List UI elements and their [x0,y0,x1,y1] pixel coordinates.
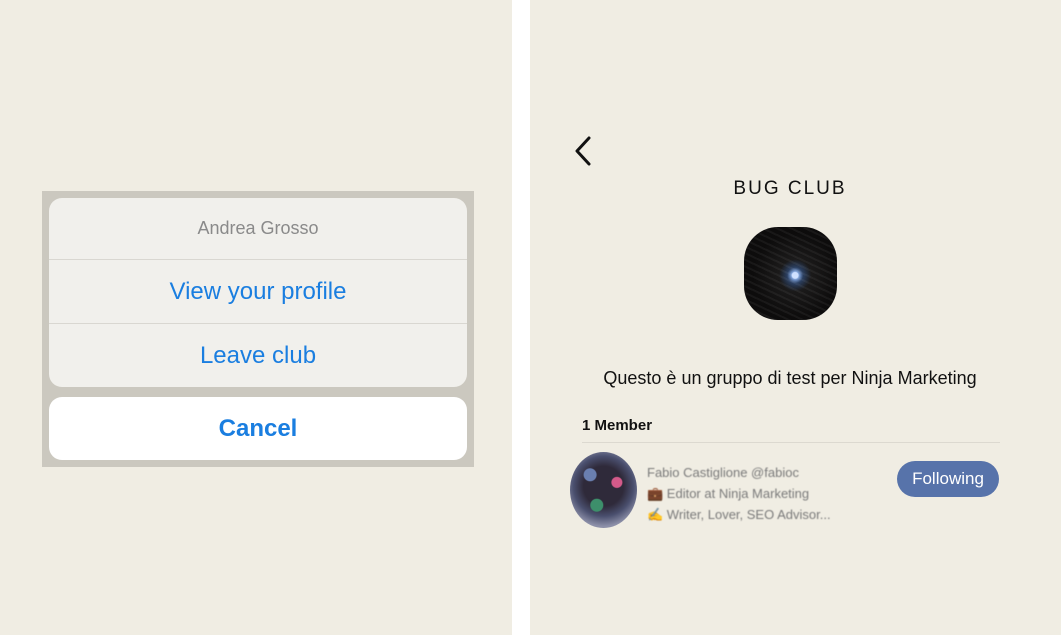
member-row[interactable]: Fabio Castiglione @fabioc 💼 Editor at Ni… [570,452,1000,530]
club-photo[interactable] [744,227,837,320]
members-divider [582,442,1000,443]
member-bio-line: ✍️ Writer, Lover, SEO Advisor... [647,507,831,522]
member-avatar[interactable] [570,452,637,528]
action-sheet-screen: Andrea Grosso View your profile Leave cl… [0,0,512,635]
chevron-left-icon [575,136,591,166]
back-button[interactable] [570,134,600,168]
action-sheet-title: Andrea Grosso [49,198,467,260]
club-description: Questo è un gruppo di test per Ninja Mar… [603,368,977,388]
cancel-button[interactable]: Cancel [49,397,467,460]
member-bio-line: 💼 Editor at Ninja Marketing [647,486,810,501]
following-button[interactable]: Following [897,461,999,497]
club-title: BUG CLUB [733,178,847,199]
member-name: Fabio Castiglione @fabioc [647,465,799,480]
action-sheet-options: Andrea Grosso View your profile Leave cl… [49,198,467,387]
action-sheet: Andrea Grosso View your profile Leave cl… [42,191,474,467]
member-bio: Fabio Castiglione @fabioc 💼 Editor at Ni… [647,462,877,525]
club-screen: BUG CLUB Questo è un gruppo di test per … [530,0,1061,635]
leave-club-button[interactable]: Leave club [49,323,467,387]
view-profile-button[interactable]: View your profile [49,260,467,323]
members-count: 1 Member [582,417,653,434]
club-photo-texture [744,227,837,320]
